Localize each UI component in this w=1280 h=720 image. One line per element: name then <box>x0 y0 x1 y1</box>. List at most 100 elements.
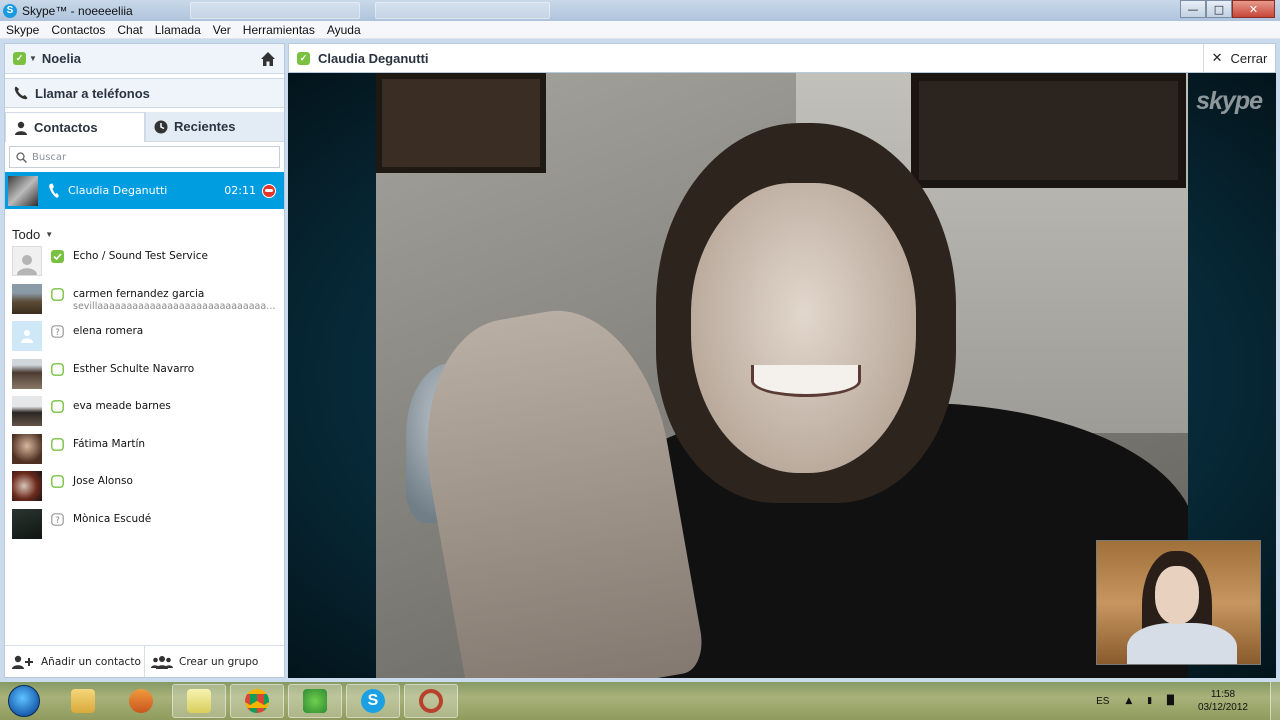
close-icon: ✕ <box>1211 50 1223 65</box>
background-window-tab <box>375 2 550 19</box>
add-person-icon <box>12 655 33 669</box>
close-window-button[interactable]: ✕ <box>1232 0 1275 18</box>
create-group-button[interactable]: Crear un grupo <box>144 646 284 677</box>
refresh-app-icon <box>419 689 443 713</box>
user-status-row[interactable]: ✓ ▼ Noelia <box>5 44 284 74</box>
menu-ver[interactable]: Ver <box>207 23 237 37</box>
list-item[interactable]: ? Mònica Escudé <box>5 505 284 543</box>
list-item[interactable]: ? elena romera <box>5 317 284 355</box>
menu-bar: Skype Contactos Chat Llamada Ver Herrami… <box>0 21 1280 39</box>
search-box <box>9 146 280 168</box>
online-status-icon: ✓ <box>297 51 310 65</box>
avatar <box>12 321 42 351</box>
menu-chat[interactable]: Chat <box>111 23 148 37</box>
menu-contactos[interactable]: Contactos <box>45 23 111 37</box>
svg-text:?: ? <box>55 516 60 526</box>
add-contact-button[interactable]: Añadir un contacto <box>5 646 144 677</box>
list-item[interactable]: Echo / Sound Test Service <box>5 242 284 280</box>
taskbar-explorer[interactable] <box>56 684 110 718</box>
list-item[interactable]: Jose Alonso <box>5 467 284 505</box>
list-item[interactable]: eva meade barnes <box>5 392 284 430</box>
online-status-icon: ✓ <box>13 52 26 65</box>
contact-name: elena romera <box>73 325 144 337</box>
avatar <box>12 471 42 501</box>
hangup-icon[interactable] <box>262 183 276 198</box>
contact-name: Mònica Escudé <box>73 512 152 525</box>
menu-herramientas[interactable]: Herramientas <box>237 23 321 37</box>
taskbar-chrome[interactable] <box>230 684 284 718</box>
tab-label: Contactos <box>34 120 98 135</box>
conversation-header: ✓ Claudia Deganutti ✕ Cerrar <box>288 43 1276 73</box>
caret-down-icon: ▼ <box>29 54 37 63</box>
group-label: Todo <box>12 227 41 242</box>
skype-app-icon: S <box>3 3 17 18</box>
offline-status-icon <box>51 437 64 451</box>
sidebar-footer: Añadir un contacto Crear un grupo <box>5 645 284 677</box>
active-call-row[interactable]: Claudia Deganutti 02:11 <box>5 172 284 209</box>
skype-watermark-logo: skype <box>1196 87 1263 115</box>
messenger-icon <box>303 689 327 713</box>
start-button[interactable] <box>8 685 40 717</box>
list-item[interactable]: Fátima Martín <box>5 430 284 468</box>
language-indicator[interactable]: ES <box>1096 696 1109 707</box>
group-icon <box>151 655 173 669</box>
tray-icons[interactable]: ▲ ▮ █ <box>1125 696 1180 706</box>
add-contact-label: Añadir un contacto <box>41 655 141 668</box>
taskbar-media-player[interactable] <box>114 684 168 718</box>
avatar <box>12 508 42 539</box>
caret-down-icon: ▼ <box>45 230 54 239</box>
contact-name: eva meade barnes <box>73 400 171 412</box>
video-call-area[interactable]: skype <box>288 73 1276 678</box>
person-icon <box>15 121 27 135</box>
sidebar: ✓ ▼ Noelia Llamar a teléfonos Contactos <box>4 43 285 678</box>
unknown-status-icon: ? <box>51 325 64 338</box>
title-bar: S Skype™ - noeeeeliia — □ ✕ <box>0 0 1280 21</box>
call-phones-button[interactable]: Llamar a teléfonos <box>5 78 284 108</box>
list-item[interactable]: carmen fernandez garcia sevillaaaaaaaaaa… <box>5 280 284 318</box>
taskbar: S ES ▲ ▮ █ 11:58 03/12/2012 <box>0 682 1280 720</box>
clock[interactable]: 11:58 03/12/2012 <box>1198 688 1248 714</box>
system-tray: ES ▲ ▮ █ 11:58 03/12/2012 <box>1096 682 1280 720</box>
offline-status-icon <box>51 287 64 301</box>
menu-llamada[interactable]: Llamada <box>149 23 207 37</box>
tab-recientes[interactable]: Recientes <box>145 112 284 142</box>
maximize-button[interactable]: □ <box>1206 0 1232 18</box>
generic-user-icon <box>21 330 33 343</box>
contact-name: carmen fernandez garcia <box>73 287 205 300</box>
home-icon[interactable] <box>260 51 276 67</box>
conversation-panel: ✓ Claudia Deganutti ✕ Cerrar skype <box>288 43 1276 678</box>
contact-name: Jose Alonso <box>73 475 133 487</box>
menu-ayuda[interactable]: Ayuda <box>321 23 367 37</box>
taskbar-app[interactable] <box>404 684 458 718</box>
search-icon <box>16 151 27 163</box>
tab-contactos[interactable]: Contactos <box>5 112 145 142</box>
avatar <box>12 358 42 389</box>
generic-user-icon <box>17 255 37 275</box>
taskbar-notes[interactable] <box>172 684 226 718</box>
clock-time: 11:58 <box>1210 689 1236 700</box>
background-window-tab <box>190 2 360 19</box>
call-phones-label: Llamar a teléfonos <box>35 85 150 101</box>
contact-name: Esther Schulte Navarro <box>73 362 195 375</box>
contact-mood: sevillaaaaaaaaaaaaaaaaaaaaaaaaaaaaaaaaaa… <box>73 300 278 312</box>
window-title: Skype™ - noeeeeliia <box>22 3 133 18</box>
close-conversation-button[interactable]: ✕ Cerrar <box>1203 44 1275 72</box>
sidebar-tabs: Contactos Recientes <box>5 112 284 142</box>
list-item[interactable]: Esther Schulte Navarro <box>5 355 284 393</box>
contact-group-toggle[interactable]: Todo ▼ <box>5 227 284 242</box>
taskbar-messenger[interactable] <box>288 684 342 718</box>
folder-icon <box>71 689 95 713</box>
offline-status-icon <box>51 475 64 488</box>
search-input[interactable] <box>32 151 262 163</box>
menu-skype[interactable]: Skype <box>0 23 45 37</box>
taskbar-skype[interactable]: S <box>346 684 400 718</box>
avatar <box>12 283 42 314</box>
phone-icon <box>49 183 59 198</box>
show-desktop-button[interactable] <box>1270 682 1280 720</box>
minimize-button[interactable]: — <box>1180 0 1206 18</box>
notes-icon <box>187 689 211 713</box>
self-video-preview[interactable] <box>1096 540 1261 665</box>
conversation-contact-name: Claudia Deganutti <box>318 50 429 66</box>
chrome-icon <box>245 689 269 713</box>
clock-date: 03/12/2012 <box>1197 702 1248 713</box>
